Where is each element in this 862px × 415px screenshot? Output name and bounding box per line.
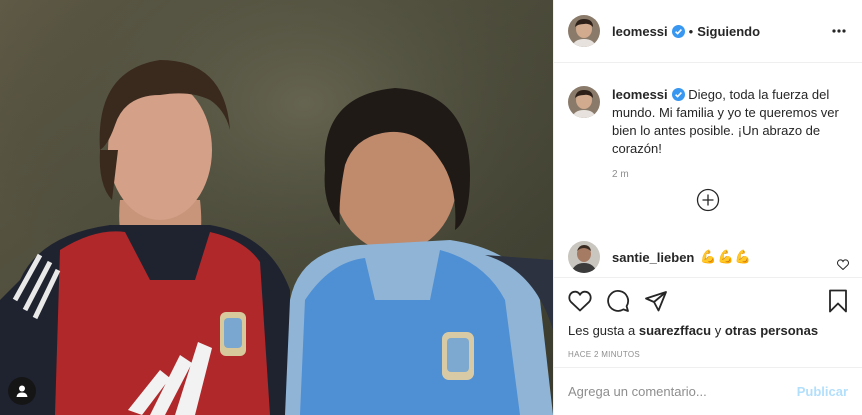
header-separator: • [688,23,694,39]
user-tag-icon[interactable] [8,377,36,405]
heart-icon[interactable] [568,290,592,312]
post-actions-bar [554,278,862,314]
avatar[interactable] [568,15,600,47]
likes-prefix: Les gusta a [568,323,636,338]
post-side-panel: leomessi • Siguiendo leomessi Diego, tod… [553,0,862,415]
caption-timestamp[interactable]: 2 m [612,169,862,180]
verified-badge-icon [671,24,685,38]
post-author-username[interactable]: leomessi [612,24,668,39]
caption-text-block: leomessi Diego, toda la fuerza del mundo… [612,86,848,158]
likes-join: y [714,323,722,338]
verified-badge-icon [671,88,685,101]
more-options-icon[interactable] [832,29,848,33]
other-likers-link[interactable]: otras personas [725,323,818,338]
publish-button[interactable]: Publicar [797,384,848,399]
liker-username[interactable]: suarezffacu [639,323,711,338]
avatar[interactable] [568,241,600,273]
likes-summary: Les gusta a suarezffacu y otras personas [554,314,862,338]
following-button[interactable]: Siguiendo [697,24,760,39]
comment-composer: Publicar [554,367,862,415]
comment-icon[interactable] [606,289,630,313]
post-photo[interactable] [0,0,553,415]
plus-circle-icon[interactable] [696,188,720,212]
comments-section: leomessi Diego, toda la fuerza del mundo… [554,63,862,278]
comment-text: 💪💪💪 [700,249,752,264]
instagram-post-view: leomessi • Siguiendo leomessi Diego, tod… [0,0,862,415]
comment-item: santie_lieben 💪💪💪 [568,241,849,273]
bookmark-icon[interactable] [828,289,848,313]
post-caption: leomessi Diego, toda la fuerza del mundo… [554,63,862,158]
comment-like-heart-icon[interactable] [837,257,849,275]
paper-plane-icon[interactable] [644,289,668,313]
comment-input[interactable] [568,384,797,399]
post-header: leomessi • Siguiendo [554,0,862,63]
post-timestamp[interactable]: HACE 2 MINUTOS [554,338,862,359]
avatar[interactable] [568,86,600,118]
comment-username[interactable]: santie_lieben [612,250,694,265]
caption-username[interactable]: leomessi [612,87,668,102]
